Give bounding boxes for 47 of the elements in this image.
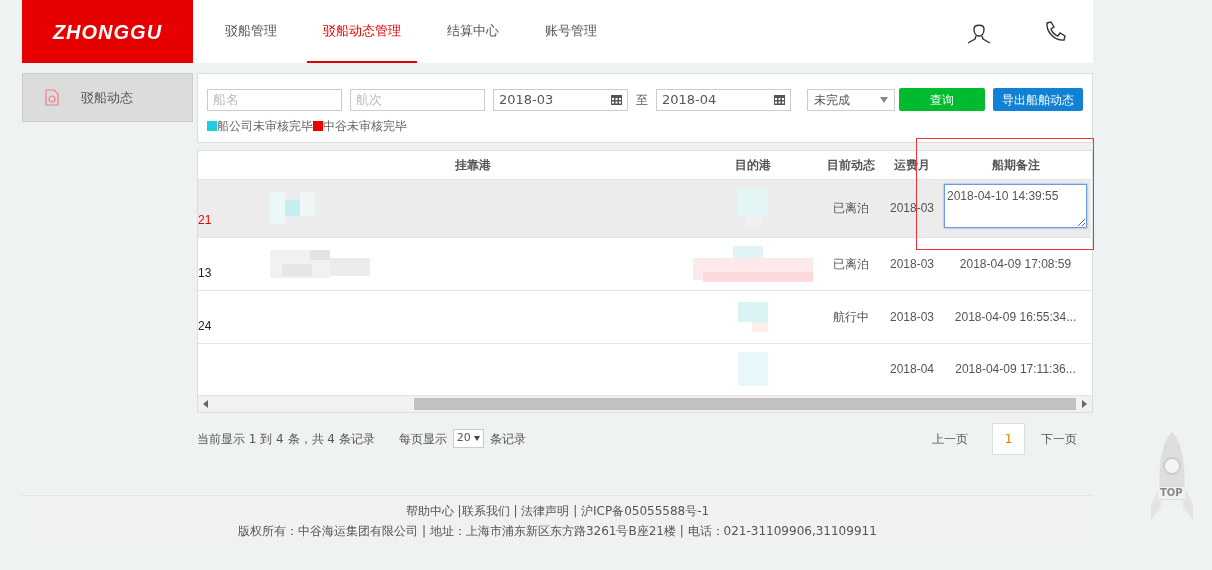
legend-label: 中谷未审核完毕 <box>323 118 407 135</box>
footer-links[interactable]: 帮助中心 |联系我们 | 法律声明 | 沪ICP备05055588号-1 <box>405 503 710 518</box>
per-page-suffix: 条记录 <box>490 430 527 448</box>
date-field[interactable]: 2018-03 <box>493 88 628 111</box>
sidebar-item[interactable]: 驳船动态 <box>22 73 193 122</box>
caret-icon <box>474 435 481 441</box>
column-header: 船期备注 <box>991 157 1040 172</box>
calendar-icon[interactable] <box>774 94 785 105</box>
row-number: 24 <box>198 318 212 333</box>
logo[interactable]: ZHONGGU <box>22 0 193 63</box>
nav-tab[interactable]: 结算中心 <box>431 0 515 63</box>
row-number: 21 <box>198 212 212 227</box>
blurred-text-drawing <box>738 301 768 332</box>
status-cell: 已离泊 <box>833 201 869 215</box>
nav-tab[interactable]: 驳船动态管理 <box>307 0 417 63</box>
remark-cell: 2018-04-09 17:11:36... <box>955 362 1076 376</box>
voyage-field[interactable]: 航次 <box>350 88 485 111</box>
nav-tab[interactable]: 驳船管理 <box>209 0 293 63</box>
document-icon <box>45 89 59 106</box>
row-number: 13 <box>198 265 212 280</box>
remark-field[interactable]: 2018-04-10 14:39:55 <box>944 183 1087 228</box>
ship-name-field[interactable]: 船名 <box>207 88 342 111</box>
status-cell: 航行中 <box>833 309 869 324</box>
nav-tab[interactable]: 账号管理 <box>529 0 613 63</box>
column-header: 挂靠港 <box>455 157 491 172</box>
remark-cell: 2018-04-09 17:08:59 <box>959 256 1072 271</box>
prev-page-link[interactable]: 上一页 <box>932 429 968 448</box>
legend-label: 船公司未审核完毕 <box>217 118 313 135</box>
month-cell: 2018-03 <box>889 309 934 324</box>
calendar-icon[interactable] <box>611 94 622 105</box>
footer-copyright: 版权所有：中谷海运集团有限公司 | 地址：上海市浦东新区东方路3261号B座21楼 | 电话：021-31109906,31109911 <box>238 523 877 538</box>
month-cell: 2018-03 <box>889 256 934 271</box>
caret-icon <box>880 96 888 103</box>
status-select[interactable]: 未完成 <box>807 88 895 111</box>
column-header: 目的港 <box>735 157 771 172</box>
per-page-label: 每页显示 <box>398 430 447 448</box>
column-header: 目前动态 <box>827 157 875 172</box>
page-size-select[interactable]: 20 <box>452 429 485 448</box>
next-page-link[interactable]: 下一页 <box>1041 429 1077 448</box>
blurred-text-drawing <box>270 192 315 224</box>
date-field[interactable]: 2018-04 <box>656 88 791 111</box>
record-summary: 当前显示 1 到 4 条，共 4 条记录 <box>197 430 375 448</box>
month-cell: 2018-04 <box>889 362 934 376</box>
status-cell: 已离泊 <box>833 256 869 271</box>
remark-cell: 2018-04-09 16:55:34... <box>954 309 1077 324</box>
export-button[interactable]: 导出船舶动态 <box>993 88 1083 111</box>
to-label: 至 <box>636 91 648 109</box>
